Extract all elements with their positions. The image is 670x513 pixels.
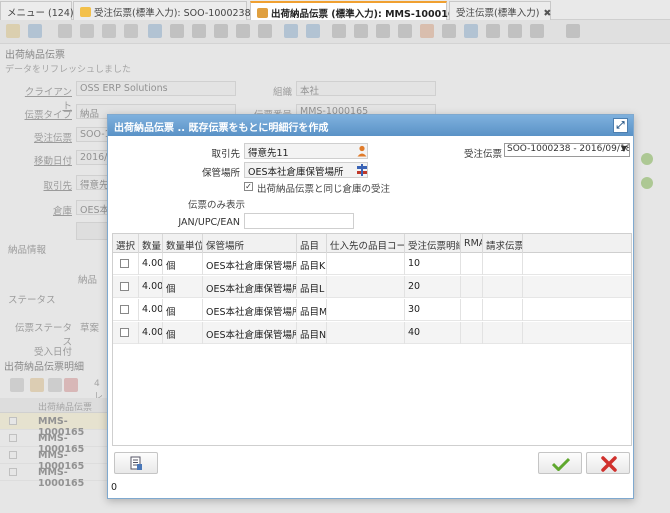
tab-label: 受注伝票(標準入力): SOO-1000238 (94, 8, 251, 19)
cell-product: 品目K (297, 253, 327, 275)
order-label: 受注伝票 (463, 149, 502, 160)
dialog-title: 出荷納品伝票 .. 既存伝票をもとに明細行を作成 (114, 123, 329, 134)
column-header[interactable]: 品目 (297, 234, 327, 253)
cell-product: 品目N (297, 322, 327, 344)
tab-menu[interactable]: メニュー (124) (0, 1, 74, 20)
check-icon (552, 457, 570, 471)
row-checkbox[interactable] (120, 305, 129, 314)
cell-order-line: 30 (405, 299, 461, 321)
column-header[interactable]: 保管場所 (203, 234, 297, 253)
cell-invoice (483, 253, 523, 275)
truck-icon (257, 8, 268, 18)
order-lines-table: 選択 数量 数量単位 保管場所 品目 仕入先の品目コード 受注伝票明細 RMA … (112, 233, 632, 446)
same-warehouse-checkbox[interactable]: ✓ (244, 182, 253, 191)
column-header[interactable]: 仕入先の品目コード (327, 234, 405, 253)
upc-input[interactable] (244, 213, 354, 229)
column-header[interactable]: 数量 (139, 234, 163, 253)
cell-uom: 個 (163, 276, 203, 298)
tab-label: メニュー (124) (7, 8, 74, 19)
cell-locator: OES本社倉庫保管場所 (203, 322, 297, 344)
cell-locator: OES本社倉庫保管場所 (203, 276, 297, 298)
cell-uom: 個 (163, 299, 203, 321)
warehouse-label: 保管場所 (201, 168, 240, 179)
cell-locator: OES本社倉庫保管場所 (203, 253, 297, 275)
column-header[interactable]: 請求伝票 (483, 234, 523, 253)
column-header[interactable]: RMA (461, 234, 483, 253)
cell-locator: OES本社倉庫保管場所 (203, 299, 297, 321)
row-checkbox[interactable] (120, 328, 129, 337)
cell-product: 品目L (297, 276, 327, 298)
zoom-document-button[interactable] (114, 452, 158, 474)
same-warehouse-label-2: 伝票のみ表示 (188, 200, 246, 211)
table-row[interactable]: 4.00 個 OES本社倉庫保管場所 品目M 30 (113, 299, 631, 321)
cell-invoice (483, 299, 523, 321)
dialog-header[interactable]: 出荷納品伝票 .. 既存伝票をもとに明細行を作成 ⤢ (108, 115, 633, 136)
order-select-value: SOO-1000238 - 2016/09/18 - (507, 144, 630, 154)
column-header[interactable]: 数量単位 (163, 234, 203, 253)
column-header[interactable]: 受注伝票明細 (405, 234, 461, 253)
document-zoom-icon (130, 456, 142, 470)
cell-vendor-code (327, 299, 405, 321)
expand-icon[interactable]: ⤢ (613, 118, 628, 133)
cell-order-line: 20 (405, 276, 461, 298)
bpartner-label: 取引先 (211, 149, 240, 160)
column-header[interactable]: 選択 (113, 234, 139, 253)
bpartner-field[interactable]: 得意先11 (244, 143, 368, 159)
close-icon[interactable]: ✖ (543, 8, 551, 19)
select-cell (113, 276, 139, 298)
cancel-x-icon (601, 456, 617, 472)
cell-qty: 4.00 (139, 276, 163, 298)
dialog-status-count: 0 (111, 482, 118, 493)
cell-rma (461, 276, 483, 298)
select-cell (113, 253, 139, 275)
upc-label: JAN/UPC/EAN (178, 217, 240, 228)
locator-icon[interactable] (356, 164, 368, 176)
order-select[interactable]: SOO-1000238 - 2016/09/18 - ▼ (504, 143, 630, 157)
cell-vendor-code (327, 276, 405, 298)
tab-label: 受注伝票(標準入力) (456, 8, 540, 19)
cell-rma (461, 299, 483, 321)
create-lines-dialog: 出荷納品伝票 .. 既存伝票をもとに明細行を作成 ⤢ 取引先 得意先11 受注伝… (107, 114, 634, 499)
cell-qty: 4.00 (139, 253, 163, 275)
cell-invoice (483, 322, 523, 344)
row-checkbox[interactable] (120, 282, 129, 291)
tab-sales-order-new[interactable]: 受注伝票(標準入力) ✖ (449, 1, 551, 20)
person-icon[interactable] (356, 145, 368, 157)
table-header: 選択 数量 数量単位 保管場所 品目 仕入先の品目コード 受注伝票明細 RMA … (113, 234, 631, 253)
cell-uom: 個 (163, 253, 203, 275)
cell-rma (461, 322, 483, 344)
table-row[interactable]: 4.00 個 OES本社倉庫保管場所 品目K 10 (113, 253, 631, 275)
tab-shipment[interactable]: 出荷納品伝票 (標準入力): MMS-1000165✖ (250, 1, 473, 20)
document-icon (80, 7, 91, 17)
cell-rma (461, 253, 483, 275)
cell-qty: 4.00 (139, 322, 163, 344)
chevron-down-icon: ▼ (620, 144, 627, 153)
tab-sales-order[interactable]: 受注伝票(標準入力): SOO-1000238✖ (73, 1, 263, 20)
cell-invoice (483, 276, 523, 298)
cell-product: 品目M (297, 299, 327, 321)
table-row[interactable]: 4.00 個 OES本社倉庫保管場所 品目L 20 (113, 276, 631, 298)
same-warehouse-label: 出荷納品伝票と同じ倉庫の受注 (257, 184, 391, 195)
cell-vendor-code (327, 253, 405, 275)
select-cell (113, 299, 139, 321)
select-cell (113, 322, 139, 344)
cell-order-line: 10 (405, 253, 461, 275)
warehouse-field[interactable]: OES本社倉庫保管場所 (244, 162, 368, 178)
cell-uom: 個 (163, 322, 203, 344)
row-checkbox[interactable] (120, 259, 129, 268)
tab-label: 出荷納品伝票 (標準入力): MMS-1000165 (271, 9, 462, 20)
cancel-button[interactable] (586, 452, 630, 474)
tab-bar: メニュー (124) 受注伝票(標準入力): SOO-1000238✖ 出荷納品… (0, 0, 670, 20)
ok-button[interactable] (538, 452, 582, 474)
table-row[interactable]: 4.00 個 OES本社倉庫保管場所 品目N 40 (113, 322, 631, 344)
cell-qty: 4.00 (139, 299, 163, 321)
cell-vendor-code (327, 322, 405, 344)
cell-order-line: 40 (405, 322, 461, 344)
